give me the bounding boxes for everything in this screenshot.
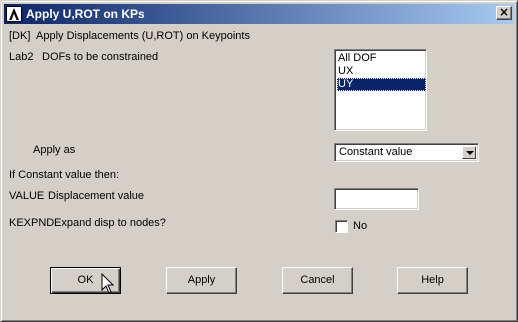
help-button[interactable]: Help — [397, 267, 468, 294]
checkbox-label: No — [353, 220, 368, 232]
list-item-ux[interactable]: UX — [337, 65, 426, 78]
apply-as-select[interactable]: Constant value — [334, 143, 479, 162]
dialog-description: Apply Displacements (U,ROT) on Keypoints — [36, 30, 250, 42]
close-icon: × — [498, 5, 510, 19]
title-bar[interactable]: Apply U,ROT on KPs × — [4, 4, 514, 24]
dialog-window: Apply U,ROT on KPs × [DK] Apply Displace… — [0, 0, 518, 322]
dof-listbox[interactable]: All DOF UX UY — [334, 49, 427, 131]
close-button[interactable]: × — [496, 6, 512, 20]
expand-disp-checkbox[interactable] — [335, 220, 348, 233]
kexpnd-key: KEXPND — [9, 217, 55, 229]
lab2-label: DOFs to be constrained — [42, 51, 159, 63]
list-item-all-dof[interactable]: All DOF — [337, 52, 426, 65]
value-label: Displacement value — [48, 190, 144, 202]
value-key: VALUE — [9, 190, 45, 202]
mouse-pointer-icon — [101, 273, 115, 294]
apply-as-value: Constant value — [339, 146, 413, 158]
list-item-uy[interactable]: UY — [337, 78, 426, 91]
cancel-button[interactable]: Cancel — [282, 267, 353, 294]
apply-button[interactable]: Apply — [166, 267, 237, 294]
ansys-logo-icon — [6, 6, 22, 22]
command-tag: [DK] — [9, 30, 31, 42]
chevron-down-icon[interactable] — [462, 146, 476, 159]
displacement-value-input[interactable] — [334, 188, 419, 210]
kexpnd-label: Expand disp to nodes? — [54, 217, 166, 229]
window-title: Apply U,ROT on KPs — [26, 7, 145, 21]
lab2-key: Lab2 — [9, 51, 34, 63]
apply-as-label: Apply as — [33, 144, 76, 156]
if-constant-label: If Constant value then: — [9, 169, 120, 181]
